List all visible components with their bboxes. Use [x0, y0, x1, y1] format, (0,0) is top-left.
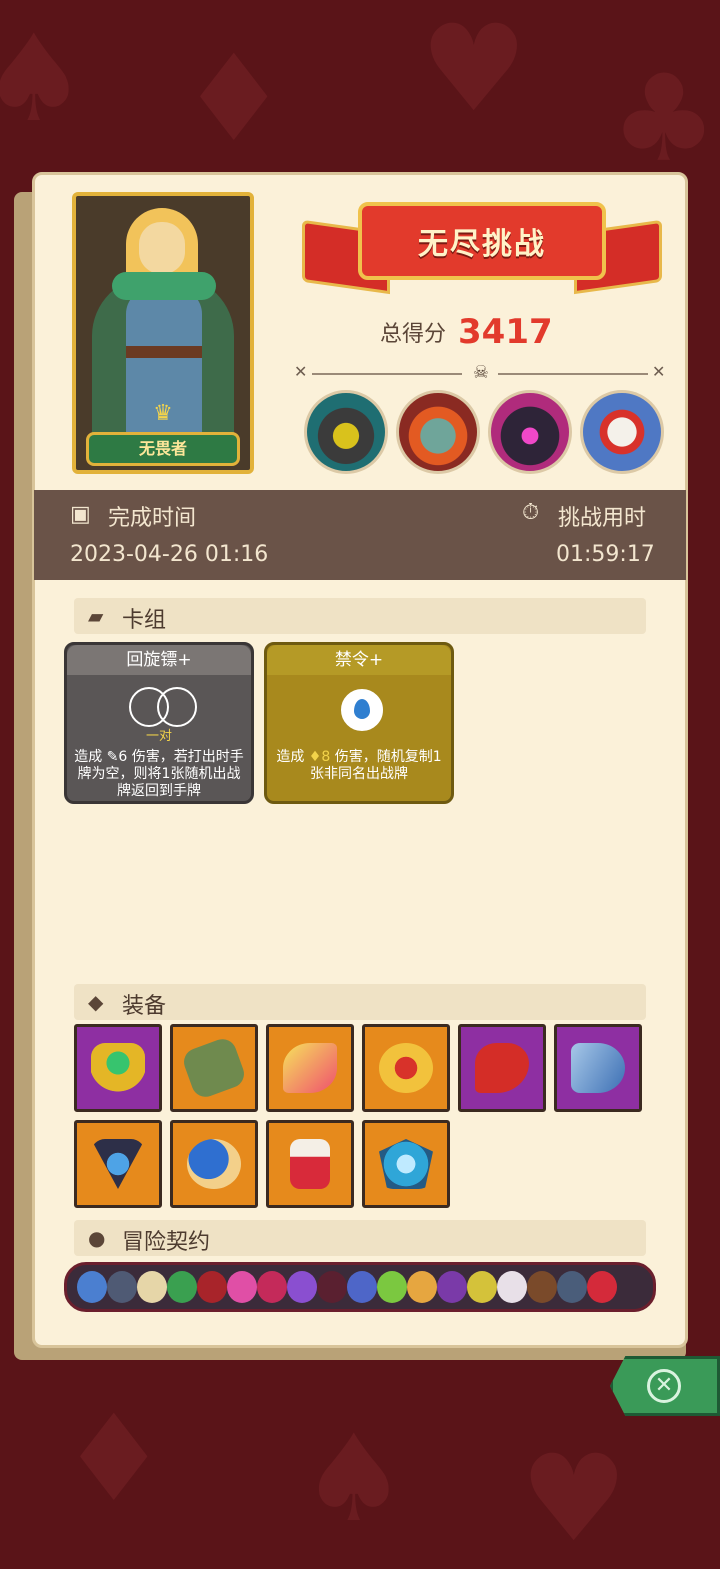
duration-label: 挑战用时 — [558, 506, 647, 531]
crossed-swords-icon: ✕ — [652, 362, 666, 381]
card-damage-value: 8 — [321, 749, 331, 765]
blue-mushroom-icon[interactable] — [170, 1120, 258, 1208]
bone-icon[interactable] — [137, 1271, 167, 1303]
hero-portrait: ♛ 无畏者 — [72, 192, 254, 474]
close-button[interactable]: ✕ — [610, 1356, 720, 1416]
equipment-section-header: ◆ 装备 — [74, 984, 646, 1020]
ribbon-center: 无尽挑战 — [358, 202, 606, 280]
red-hat-icon[interactable] — [197, 1271, 227, 1303]
close-icon: ✕ — [647, 1369, 681, 1403]
fist-shield-icon[interactable] — [557, 1271, 587, 1303]
finish-time-label: 完成时间 — [108, 506, 197, 531]
pink-gear-icon[interactable] — [227, 1271, 257, 1303]
purple-rune-icon[interactable] — [437, 1271, 467, 1303]
stopwatch-icon: ⏱ — [522, 500, 540, 525]
horned-skull-icon: ☠ — [472, 362, 490, 383]
mushroom-icon[interactable] — [77, 1271, 107, 1303]
divider-line — [312, 373, 462, 375]
card-name: 回旋镖+ — [67, 645, 251, 675]
water-drop-icon — [341, 689, 383, 731]
deck-card[interactable]: 回旋镖+ 一对 造成 ✎6 伤害，若打出时手牌为空，则将1张随机出战牌返回到手牌 — [64, 642, 254, 804]
shadow-demon-boss-icon[interactable] — [488, 390, 572, 474]
fire-feather-icon[interactable] — [266, 1024, 354, 1112]
emerald-ring-icon[interactable] — [74, 1024, 162, 1112]
hexagram-pendant-icon[interactable] — [74, 1120, 162, 1208]
contracts-section-title: 冒险契约 — [122, 1230, 211, 1255]
card-description: 造成 ✎6 伤害，若打出时手牌为空，则将1张随机出战牌返回到手牌 — [73, 749, 245, 800]
person-icon: ● — [88, 1226, 106, 1250]
title-banner: 无尽挑战 — [302, 196, 662, 306]
hero-collar — [112, 272, 216, 300]
blue-crystal-shield-icon[interactable] — [362, 1120, 450, 1208]
red-demon-icon[interactable] — [587, 1271, 617, 1303]
deck-card[interactable]: 禁令+ 造成 ♦8 伤害，随机复制1张非同名出战牌 — [264, 642, 454, 804]
calendar-icon: ▣ — [70, 502, 91, 527]
hero-name: 无畏者 — [86, 432, 240, 466]
card-tag: 一对 — [145, 729, 172, 744]
boss-divider: ✕ ☠ ✕ — [294, 362, 670, 386]
hero-face — [139, 222, 185, 274]
crown-icon: ♛ — [153, 401, 173, 426]
card-description: 造成 ♦8 伤害，随机复制1张非同名出战牌 — [273, 749, 445, 783]
card-description-suffix: 伤害，随机复制1张非同名出战牌 — [310, 749, 442, 782]
contracts-section-header: ● 冒险契约 — [74, 1220, 646, 1256]
orc-boss-icon[interactable] — [396, 390, 480, 474]
finish-time-value: 2023-04-26 01:16 — [70, 542, 269, 567]
blue-wizard-icon[interactable] — [347, 1271, 377, 1303]
purple-shield-icon[interactable] — [287, 1271, 317, 1303]
duration-value: 01:59:17 — [556, 542, 655, 567]
card-damage-value: 6 — [118, 749, 128, 765]
score-value: 3417 — [458, 312, 553, 352]
hook-icon[interactable] — [107, 1271, 137, 1303]
fang-mouth-icon[interactable] — [317, 1271, 347, 1303]
card-description-prefix: 造成 — [74, 749, 103, 765]
pair-ring-icon — [157, 687, 197, 727]
mossy-stone-icon[interactable] — [170, 1024, 258, 1112]
card-description-prefix: 造成 — [276, 749, 305, 765]
diamond-icon: ♦ — [308, 749, 322, 765]
box-icon: ◆ — [88, 990, 104, 1014]
boss-list — [304, 390, 664, 476]
mode-title: 无尽挑战 — [418, 227, 546, 262]
card-name: 禁令+ — [267, 645, 451, 675]
cross-badge-icon[interactable] — [497, 1271, 527, 1303]
green-hat-icon[interactable] — [167, 1271, 197, 1303]
snake-icon[interactable] — [467, 1271, 497, 1303]
dagger-icon: ✎ — [106, 749, 119, 765]
bone-dragon-boss-icon[interactable] — [580, 390, 664, 474]
score-label: 总得分 — [380, 322, 447, 347]
deck-section-header: ▰ 卡组 — [74, 598, 646, 634]
hero-belt — [126, 346, 202, 358]
cards-icon: ▰ — [88, 604, 104, 628]
divider-line — [498, 373, 648, 375]
crossed-swords-icon: ✕ — [294, 362, 308, 381]
brown-stone-icon[interactable] — [527, 1271, 557, 1303]
golden-crown-icon[interactable] — [362, 1024, 450, 1112]
horn-icon[interactable] — [407, 1271, 437, 1303]
time-info-band: ▣ 完成时间 2023-04-26 01:16 ⏱ 挑战用时 01:59:17 — [34, 490, 686, 580]
red-dagger-icon[interactable] — [458, 1024, 546, 1112]
equipment-section-title: 装备 — [122, 994, 167, 1019]
blue-horn-icon[interactable] — [554, 1024, 642, 1112]
green-eye-icon[interactable] — [377, 1271, 407, 1303]
card-description-suffix: 伤害，若打出时手牌为空，则将1张随机出战牌返回到手牌 — [77, 749, 244, 799]
deck-section-title: 卡组 — [122, 608, 167, 633]
contract-strip — [64, 1262, 656, 1312]
red-potion-jar-icon[interactable] — [266, 1120, 354, 1208]
score-row: 总得分 3417 — [380, 310, 553, 354]
knight-helmet-boss-icon[interactable] — [304, 390, 388, 474]
heart-icon[interactable] — [257, 1271, 287, 1303]
